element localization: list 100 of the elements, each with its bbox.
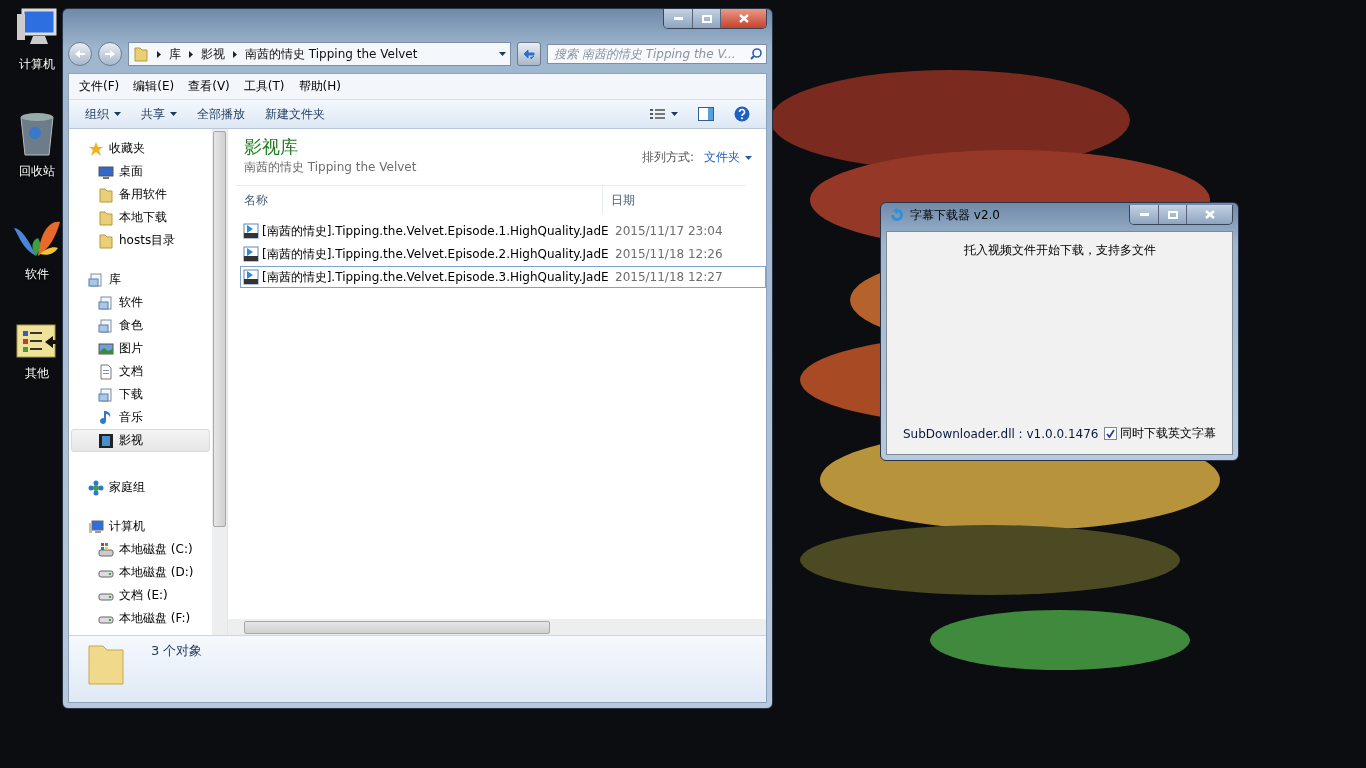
refresh-button[interactable] <box>517 42 541 66</box>
nav-label: 计算机 <box>109 518 145 535</box>
nav-item[interactable]: 本地磁盘 (D:) <box>71 561 210 584</box>
library-title: 影视库 <box>244 135 299 159</box>
maximize-button[interactable] <box>692 9 720 28</box>
toolbar-button[interactable]: 新建文件夹 <box>257 102 333 126</box>
search-field[interactable]: 搜索 南茜的情史 Tipping the V... <box>547 44 767 64</box>
refresh-arrows-icon <box>890 208 904 222</box>
maximize-icon <box>1167 210 1178 219</box>
check-icon <box>1106 429 1115 438</box>
nav-item[interactable]: 食色 <box>71 314 210 337</box>
column-header[interactable]: 日期 <box>603 186 746 214</box>
library-icon <box>88 271 104 288</box>
video-file-icon <box>243 246 259 262</box>
toolbar-button[interactable]: 共享 <box>133 102 185 126</box>
nav-label: 本地磁盘 (F:) <box>119 610 191 627</box>
maximize-button[interactable] <box>1158 205 1186 224</box>
nav-item[interactable]: 下载 <box>71 383 210 406</box>
file-date: 2015/11/18 12:27 <box>615 270 724 284</box>
nav-item[interactable]: 本地磁盘 (C:) <box>71 538 210 561</box>
close-icon <box>738 14 749 23</box>
caret-icon <box>114 112 121 116</box>
breadcrumb-item[interactable]: 影视 <box>201 45 225 63</box>
nav-item[interactable]: 计算机 <box>71 515 210 538</box>
nav-item[interactable]: 库 <box>71 268 210 291</box>
back-button[interactable] <box>68 42 92 66</box>
picture-icon <box>98 340 114 357</box>
nav-item[interactable]: 图片 <box>71 337 210 360</box>
nav-label: 收藏夹 <box>109 140 145 157</box>
nav-label: 下载 <box>119 386 143 403</box>
nav-item[interactable]: 家庭组 <box>71 476 210 499</box>
homegroup-icon <box>88 479 104 496</box>
toolbar-button[interactable]: 全部播放 <box>189 102 253 126</box>
library-icon <box>98 386 114 403</box>
refresh-arrows-icon <box>522 48 536 60</box>
nav-label: 图片 <box>119 340 143 357</box>
close-button[interactable] <box>1186 205 1232 224</box>
nav-item[interactable]: 本地下载 <box>71 206 210 229</box>
file-row[interactable]: [南茜的情史].Tipping.the.Velvet.Episode.2.HighQuality.JadE 2015/11/18 12:26 <box>240 243 766 265</box>
file-name: [南茜的情史].Tipping.the.Velvet.Episode.3.HighQuality.JadE <box>262 268 609 286</box>
nav-item[interactable]: 影视 <box>71 429 210 452</box>
address-bar[interactable]: 库 影视 南茜的情史 Tipping the Velvet <box>128 42 511 66</box>
search-icon <box>750 48 762 60</box>
desktop-icon-label: 计算机 <box>19 56 55 73</box>
nav-label: 文档 (E:) <box>119 587 168 604</box>
version-label: SubDownloader.dll : v1.0.0.1476 <box>903 426 1099 441</box>
folder-icon <box>133 46 149 62</box>
desktop-icon-label: 回收站 <box>19 163 55 180</box>
nav-label: 家庭组 <box>109 479 145 496</box>
forward-arrow-icon <box>104 49 116 59</box>
desktop-icon[interactable]: 其他 <box>15 321 59 382</box>
menu-item[interactable]: 编辑(E) <box>133 78 175 95</box>
library-icon <box>98 294 114 311</box>
view-list-icon <box>650 108 666 120</box>
toolbar-button[interactable]: 组织 <box>77 102 129 126</box>
nav-item[interactable]: 收藏夹 <box>71 137 210 160</box>
column-header[interactable]: 名称 <box>236 186 603 214</box>
vertical-scrollbar[interactable] <box>212 129 227 635</box>
menu-item[interactable]: 查看(V) <box>188 78 230 95</box>
desktop-icon-label: 其他 <box>25 365 49 382</box>
close-button[interactable] <box>720 9 766 28</box>
star-icon <box>88 140 104 157</box>
nav-item[interactable]: 文档 (E:) <box>71 584 210 607</box>
menu-item[interactable]: 文件(F) <box>79 78 120 95</box>
nav-label: 本地下载 <box>119 209 167 226</box>
file-date: 2015/11/18 12:26 <box>615 247 724 261</box>
nav-item[interactable]: 桌面 <box>71 160 210 183</box>
nav-label: 本地磁盘 (C:) <box>119 541 193 558</box>
desktop-icon[interactable]: 软件 <box>14 218 60 283</box>
nav-item[interactable]: 本地磁盘 (F:) <box>71 607 210 630</box>
nav-item[interactable]: 文档 <box>71 360 210 383</box>
breadcrumb-item[interactable]: 南茜的情史 Tipping the Velvet <box>245 45 418 63</box>
nav-label: 影视 <box>119 432 143 449</box>
file-row[interactable]: [南茜的情史].Tipping.the.Velvet.Episode.1.HighQuality.JadE 2015/11/17 23:04 <box>240 220 766 242</box>
breadcrumb-item[interactable]: 库 <box>169 45 181 63</box>
arrange-dropdown[interactable]: 文件夹 <box>704 149 752 166</box>
horizontal-scrollbar[interactable] <box>228 619 766 635</box>
menu-item[interactable]: 工具(T) <box>243 78 285 95</box>
chevron-icon <box>157 50 161 58</box>
nav-label: 桌面 <box>119 163 143 180</box>
nav-item[interactable]: hosts目录 <box>71 229 210 252</box>
arrange-label: 排列方式: <box>641 149 694 166</box>
folder-icon <box>98 232 114 249</box>
nav-item[interactable]: 音乐 <box>71 406 210 429</box>
desktop-icon-label: 软件 <box>25 266 49 283</box>
menu-item[interactable]: 帮助(H) <box>298 78 341 95</box>
desktop-icon[interactable]: 计算机 <box>15 6 59 73</box>
checkbox[interactable] <box>1104 427 1117 440</box>
item-count: 3 个对象 <box>151 642 203 660</box>
file-date: 2015/11/17 23:04 <box>615 224 724 238</box>
nav-item[interactable]: 软件 <box>71 291 210 314</box>
minimize-icon <box>673 17 683 20</box>
drop-hint: 托入视频文件开始下载，支持多文件 <box>962 242 1157 259</box>
file-row[interactable]: [南茜的情史].Tipping.the.Velvet.Episode.3.HighQuality.JadE 2015/11/18 12:27 <box>240 266 766 288</box>
nav-item[interactable]: 备用软件 <box>71 183 210 206</box>
folder-icon <box>87 642 127 686</box>
forward-button[interactable] <box>98 42 122 66</box>
desktop-icon[interactable]: 回收站 <box>17 111 57 180</box>
monitor-icon <box>98 163 114 180</box>
list-folder-icon <box>15 321 59 359</box>
